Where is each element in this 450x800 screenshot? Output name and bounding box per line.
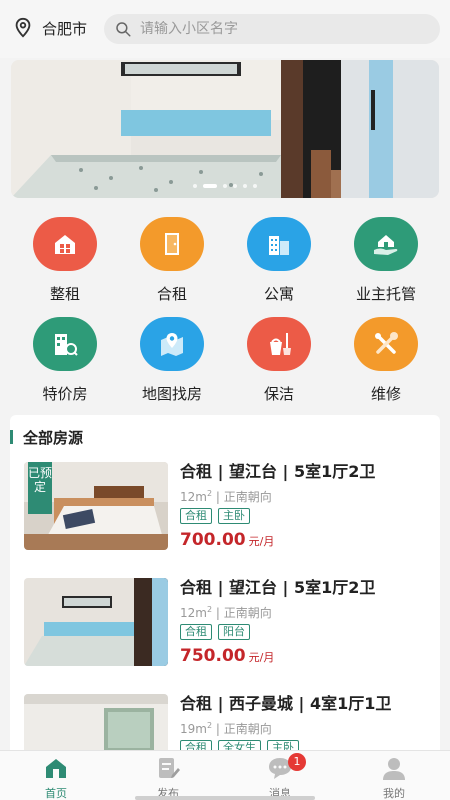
category-grid: 整租 合租 公寓 业主托管 特价房 地图找房 保洁 维修 (0, 205, 450, 405)
listing-tags: 合租 主卧 (180, 508, 434, 524)
section-header: 全部房源 (10, 427, 83, 447)
category-label: 业主托管 (355, 285, 416, 303)
listing-orientation: 正南朝向 (223, 722, 272, 736)
house-icon (33, 217, 97, 271)
category-label: 地图找房 (141, 385, 202, 403)
category-label: 合租 (156, 285, 187, 303)
category-label: 维修 (370, 385, 401, 403)
listing-section: 全部房源 已预定 合租 | 望江台 | 5室1厅2卫 12m2 | 正南朝向 合… (10, 415, 440, 755)
listing-meta: 12m2 | 正南朝向 (180, 605, 272, 620)
price-value: 750.00 (180, 646, 246, 666)
listing-price: 700.00 元/月 (180, 530, 434, 550)
carousel-dot[interactable] (243, 184, 247, 188)
listing-area: 12m (180, 490, 207, 504)
listing-price: 750.00 元/月 (180, 646, 434, 666)
listing-tags: 合租 阳台 (180, 624, 434, 640)
hand-house-icon (354, 217, 418, 271)
category-cleaning[interactable]: 保洁 (229, 317, 329, 404)
banner-carousel[interactable] (11, 60, 439, 198)
listing-title: 合租 | 望江台 | 5室1厅2卫 (180, 462, 376, 481)
tab-messages[interactable]: 1 消息 (240, 753, 320, 800)
area-unit-sup: 2 (206, 605, 213, 614)
listing-area: 12m (180, 606, 207, 620)
area-unit-sup: 2 (206, 721, 213, 730)
listing-tag: 合租 (180, 508, 212, 524)
profile-icon (383, 758, 405, 780)
banner-room-photo (11, 60, 439, 198)
listing-tag: 合租 (180, 624, 212, 640)
carousel-dot[interactable] (253, 184, 257, 188)
category-label: 特价房 (42, 385, 88, 403)
price-building-icon (33, 317, 97, 371)
search-icon (116, 22, 131, 37)
publish-icon (159, 758, 180, 778)
tab-label: 首页 (45, 787, 67, 800)
listing-card[interactable]: 合租 | 望江台 | 5室1厅2卫 12m2 | 正南朝向 合租 阳台 750.… (24, 578, 434, 670)
tab-home[interactable]: 首页 (16, 755, 96, 800)
unread-badge: 1 (288, 753, 306, 771)
price-value: 700.00 (180, 530, 246, 550)
app-screen: 合肥市 请输入小区名字 整租 合租 公寓 业主托管 特价房 地图找房 保洁 维修… (0, 0, 450, 800)
listing-orientation: 正南朝向 (223, 490, 272, 504)
location-pin-icon (15, 17, 31, 38)
tools-icon (354, 317, 418, 371)
listing-tag: 主卧 (218, 508, 250, 524)
listing-photo: 已预定 (24, 462, 168, 550)
listing-meta: 19m2 | 正南朝向 (180, 721, 272, 736)
listing-photo (24, 578, 168, 666)
bottom-tab-bar: 首页 发布 1 消息 我的 (0, 750, 450, 800)
listing-card[interactable]: 已预定 合租 | 望江台 | 5室1厅2卫 12m2 | 正南朝向 合租 主卧 … (24, 462, 434, 554)
section-accent-bar (10, 430, 13, 444)
carousel-dot[interactable] (233, 184, 237, 188)
carousel-dot-active[interactable] (203, 184, 217, 188)
category-owner-trust[interactable]: 业主托管 (336, 217, 436, 304)
price-unit: 元/月 (248, 535, 275, 548)
apartment-icon (247, 217, 311, 271)
area-unit-sup: 2 (206, 489, 213, 498)
category-label: 整租 (49, 285, 80, 303)
listing-title: 合租 | 望江台 | 5室1厅2卫 (180, 578, 376, 597)
top-bar: 合肥市 (0, 0, 450, 58)
listing-card[interactable]: 合租 | 西子曼城 | 4室1厅1卫 19m2 | 正南朝向 合租 全女生 主卧 (24, 694, 434, 755)
carousel-dots (11, 184, 439, 188)
category-label: 保洁 (263, 385, 294, 403)
tab-publish[interactable]: 发布 (128, 755, 208, 800)
city-selector[interactable]: 合肥市 (12, 17, 87, 39)
cleaning-icon (247, 317, 311, 371)
tab-profile[interactable]: 我的 (354, 755, 434, 800)
category-whole-rent[interactable]: 整租 (15, 217, 115, 304)
search-box[interactable] (104, 14, 440, 44)
category-shared-rent[interactable]: 合租 (122, 217, 222, 304)
search-input[interactable] (140, 21, 430, 37)
category-apartment[interactable]: 公寓 (229, 217, 329, 304)
category-repair[interactable]: 维修 (336, 317, 436, 404)
price-unit: 元/月 (248, 651, 275, 664)
listing-title: 合租 | 西子曼城 | 4室1厅1卫 (180, 694, 392, 713)
listing-orientation: 正南朝向 (223, 606, 272, 620)
carousel-dot[interactable] (193, 184, 197, 188)
category-label: 公寓 (263, 285, 294, 303)
city-label: 合肥市 (42, 19, 88, 38)
carousel-dot[interactable] (223, 184, 227, 188)
home-icon (46, 759, 66, 778)
listing-photo (24, 694, 168, 755)
tab-label: 我的 (383, 787, 405, 800)
reserved-ribbon: 已预定 (28, 462, 52, 514)
map-icon (140, 317, 204, 371)
category-map-search[interactable]: 地图找房 (122, 317, 222, 404)
listing-tag: 阳台 (218, 624, 250, 640)
category-special-price[interactable]: 特价房 (15, 317, 115, 404)
listing-meta: 12m2 | 正南朝向 (180, 489, 272, 504)
door-icon (140, 217, 204, 271)
home-indicator (135, 796, 315, 800)
section-title: 全部房源 (23, 428, 84, 447)
listing-area: 19m (180, 722, 207, 736)
